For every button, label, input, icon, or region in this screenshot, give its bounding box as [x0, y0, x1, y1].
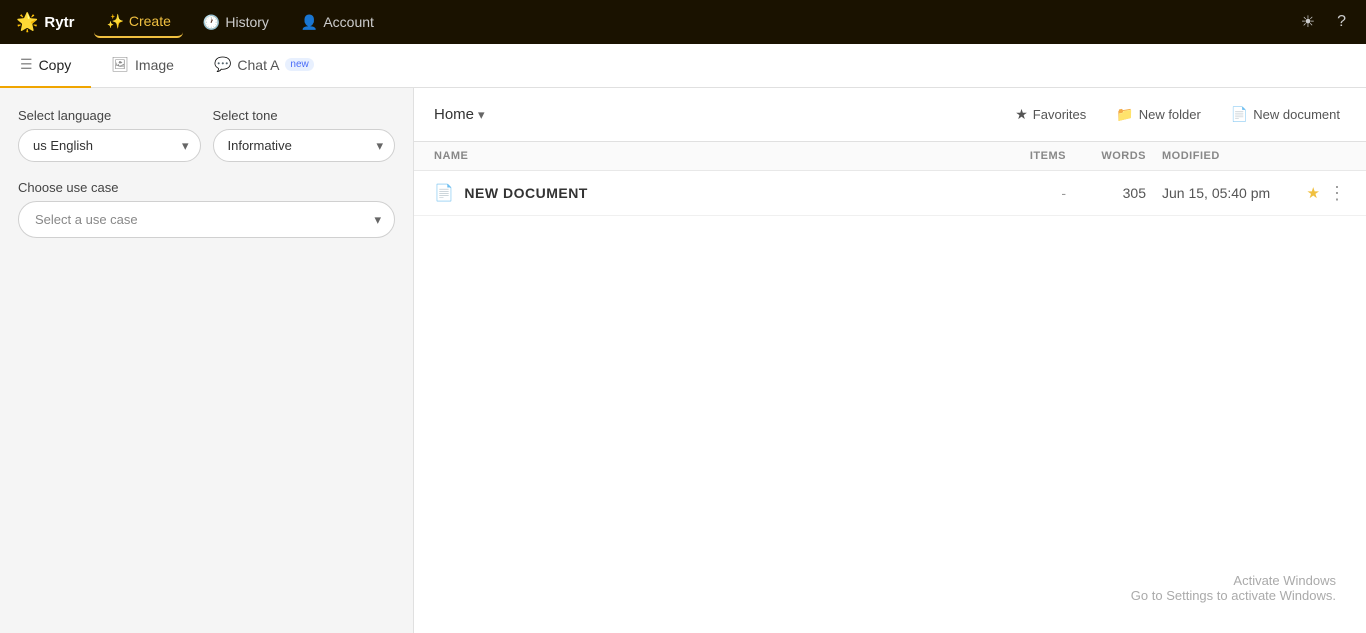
favorites-button[interactable]: ★ Favorites	[1009, 102, 1092, 127]
doc-star-button[interactable]: ★	[1307, 184, 1320, 202]
table-header: NAME ITEMS WORDS MODIFIED	[414, 142, 1366, 171]
create-icon: ✨	[106, 13, 123, 30]
activate-windows-notice: Activate Windows Go to Settings to activ…	[1131, 573, 1336, 603]
breadcrumb[interactable]: Home ▾	[434, 106, 485, 123]
navbar-item-history-label: History	[225, 14, 269, 30]
brand-logo[interactable]: 🌟 Rytr	[16, 12, 74, 33]
tone-select[interactable]: Informative Formal Casual Funny Convinci…	[213, 129, 396, 162]
use-case-group: Choose use case Select a use case Blog P…	[18, 180, 395, 238]
activate-line1: Activate Windows	[1131, 573, 1336, 588]
tabbar: ☰ Copy 🖼 Image 💬 Chat A new	[0, 44, 1366, 88]
doc-name-cell: 📄 New document	[434, 183, 986, 203]
star-icon: ★	[1015, 106, 1028, 123]
chat-tab-badge: new	[285, 58, 313, 71]
activate-line2: Go to Settings to activate Windows.	[1131, 588, 1336, 603]
tab-chat-label: Chat A	[237, 57, 279, 73]
left-panel: Select language us English UK English Fr…	[0, 88, 414, 633]
right-header: Home ▾ ★ Favorites 📁 New folder 📄 New do…	[414, 88, 1366, 142]
tab-image-label: Image	[135, 57, 174, 73]
content-area: Activate Windows Go to Settings to activ…	[414, 216, 1366, 633]
tab-copy-label: Copy	[39, 57, 72, 73]
doc-more-button[interactable]: ⋮	[1328, 184, 1346, 202]
language-label: Select language	[18, 108, 201, 123]
folder-icon: 📁	[1116, 106, 1133, 123]
sun-icon-button[interactable]: ☀	[1297, 8, 1319, 36]
new-document-label: New document	[1253, 107, 1340, 122]
right-panel: Home ▾ ★ Favorites 📁 New folder 📄 New do…	[414, 88, 1366, 633]
tone-label: Select tone	[213, 108, 396, 123]
doc-file-icon: 📄	[434, 183, 454, 203]
navbar: 🌟 Rytr ✨ Create 🕐 History 👤 Account ☀ ?	[0, 0, 1366, 44]
col-header-words: WORDS	[1066, 150, 1146, 162]
navbar-item-create-label: Create	[129, 13, 171, 29]
navbar-item-create[interactable]: ✨ Create	[94, 7, 182, 38]
new-document-button[interactable]: 📄 New document	[1225, 102, 1346, 127]
navbar-item-history[interactable]: 🕐 History	[191, 8, 281, 37]
copy-tab-icon: ☰	[20, 56, 33, 73]
brand-label: Rytr	[44, 14, 74, 31]
tone-group: Select tone Informative Formal Casual Fu…	[213, 108, 396, 162]
language-select[interactable]: us English UK English French German Span…	[18, 129, 201, 162]
breadcrumb-chevron-icon: ▾	[478, 107, 485, 123]
language-group: Select language us English UK English Fr…	[18, 108, 201, 162]
new-folder-label: New folder	[1139, 107, 1201, 122]
col-header-name: NAME	[434, 150, 986, 162]
doc-items-val: -	[986, 185, 1066, 201]
doc-words-val: 305	[1066, 185, 1146, 201]
language-select-wrapper: us English UK English French German Span…	[18, 129, 201, 162]
col-header-items: ITEMS	[986, 150, 1066, 162]
new-folder-button[interactable]: 📁 New folder	[1110, 102, 1207, 127]
account-icon: 👤	[301, 14, 318, 31]
table-row[interactable]: 📄 New document - 305 Jun 15, 05:40 pm ★ …	[414, 171, 1366, 216]
chat-tab-icon: 💬	[214, 56, 231, 73]
tab-chat[interactable]: 💬 Chat A new	[194, 44, 334, 88]
tab-copy[interactable]: ☰ Copy	[0, 44, 91, 88]
favorites-label: Favorites	[1033, 107, 1086, 122]
breadcrumb-home: Home	[434, 106, 474, 123]
tab-image[interactable]: 🖼 Image	[91, 44, 194, 88]
doc-modified-val: Jun 15, 05:40 pm	[1146, 185, 1286, 201]
image-tab-icon: 🖼	[111, 56, 129, 73]
use-case-select-wrapper: Select a use case Blog Post Email Social…	[18, 201, 395, 238]
form-row-language-tone: Select language us English UK English Fr…	[18, 108, 395, 162]
navbar-item-account-label: Account	[323, 14, 374, 30]
doc-name-label: New document	[464, 185, 587, 201]
right-actions: ★ Favorites 📁 New folder 📄 New document	[1009, 102, 1346, 127]
navbar-item-account[interactable]: 👤 Account	[289, 8, 386, 37]
doc-actions-cell: ★ ⋮	[1286, 184, 1346, 202]
use-case-select[interactable]: Select a use case Blog Post Email Social…	[18, 201, 395, 238]
use-case-label: Choose use case	[18, 180, 395, 195]
history-icon: 🕐	[203, 14, 220, 31]
tone-select-wrapper: Informative Formal Casual Funny Convinci…	[213, 129, 396, 162]
document-icon: 📄	[1231, 106, 1248, 123]
brand-icon: 🌟	[16, 12, 38, 33]
main-area: Select language us English UK English Fr…	[0, 88, 1366, 633]
help-icon-button[interactable]: ?	[1333, 9, 1350, 35]
col-header-modified: MODIFIED	[1146, 150, 1286, 162]
navbar-right: ☀ ?	[1297, 8, 1350, 36]
